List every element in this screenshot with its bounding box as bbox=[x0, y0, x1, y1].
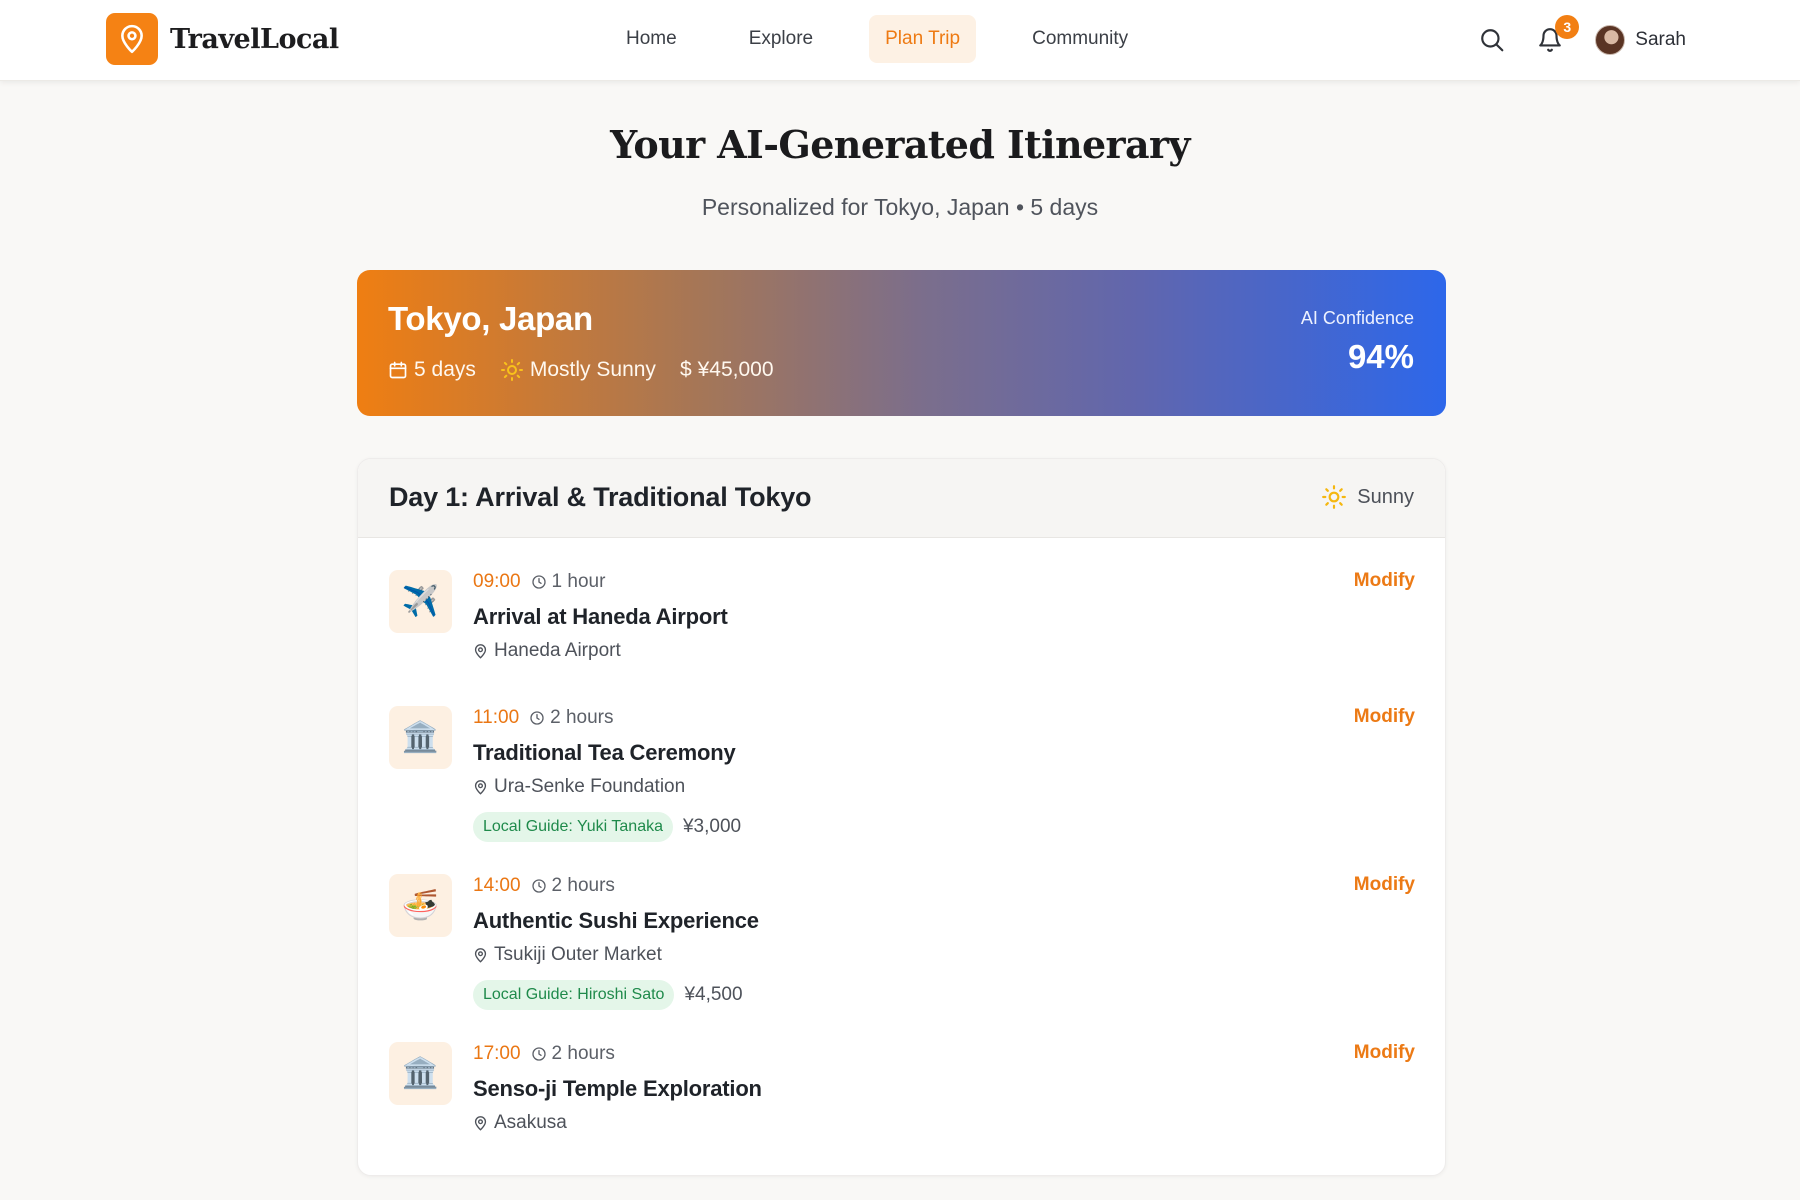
user-name: Sarah bbox=[1635, 29, 1686, 50]
ai-confidence-label: AI Confidence bbox=[1300, 308, 1414, 328]
day-header: Day 1: Arrival & Traditional Tokyo Sunny bbox=[358, 459, 1445, 538]
activity-location-text: Haneda Airport bbox=[494, 640, 621, 661]
clock-icon bbox=[531, 879, 546, 893]
modify-button[interactable]: Modify bbox=[1354, 874, 1415, 896]
trip-meta: 5 days Mostly Sunny $ ¥45,000 bbox=[388, 358, 798, 382]
nav-plan-trip[interactable]: Plan Trip bbox=[869, 15, 977, 63]
main-nav: Home Explore Plan Trip Community bbox=[610, 15, 1144, 63]
clock-icon bbox=[531, 1047, 546, 1061]
clock-icon bbox=[531, 575, 546, 589]
search-icon[interactable] bbox=[1477, 25, 1507, 55]
clock-icon bbox=[530, 711, 544, 725]
local-guide-badge[interactable]: Local Guide: Hiroshi Sato bbox=[473, 980, 675, 1010]
trip-weather: Mostly Sunny bbox=[500, 358, 656, 382]
activity-location-text: Ura-Senke Foundation bbox=[494, 776, 686, 797]
notification-badge: 3 bbox=[1555, 15, 1580, 39]
map-pin-icon bbox=[474, 780, 487, 795]
sun-icon bbox=[500, 359, 523, 381]
header-actions: 3 Sarah bbox=[1477, 15, 1686, 62]
trip-duration: 5 days bbox=[388, 358, 476, 382]
activity-price: ¥3,000 bbox=[682, 816, 742, 837]
activity-time: 11:00 bbox=[473, 707, 520, 728]
top-navbar: TravelLocal Home Explore Plan Trip Commu… bbox=[0, 0, 1800, 81]
destination-city: Tokyo, Japan bbox=[388, 300, 593, 337]
activity-time: 09:00 bbox=[473, 571, 521, 592]
activity-duration: 1 hour bbox=[531, 571, 606, 593]
trip-summary-banner: Tokyo, Japan 5 days Mostly Sunny $ ¥45,0… bbox=[357, 270, 1446, 416]
ai-confidence-value: 94% bbox=[1347, 338, 1414, 375]
activity-title: Authentic Sushi Experience bbox=[473, 908, 759, 933]
activity-duration-text: 1 hour bbox=[551, 571, 606, 592]
nav-home[interactable]: Home bbox=[610, 15, 693, 63]
nav-explore[interactable]: Explore bbox=[733, 15, 829, 63]
activity-time: 17:00 bbox=[473, 1043, 521, 1064]
activity-duration-text: 2 hours bbox=[551, 875, 615, 896]
activity-location: Tsukiji Outer Market bbox=[473, 944, 1273, 966]
bell-icon[interactable]: 3 bbox=[1535, 15, 1580, 55]
trip-budget: $ ¥45,000 bbox=[680, 358, 774, 382]
page-title: Your AI-Generated Itinerary bbox=[610, 122, 1190, 167]
activity-location: Ura-Senke Foundation bbox=[473, 776, 1273, 798]
calendar-icon bbox=[389, 361, 407, 379]
map-pin-icon bbox=[474, 1116, 487, 1131]
map-pin-icon bbox=[474, 644, 487, 659]
user-menu[interactable]: Sarah bbox=[1595, 25, 1686, 55]
activity-duration: 2 hours bbox=[531, 1043, 615, 1065]
nav-community[interactable]: Community bbox=[1016, 15, 1144, 63]
activity-title: Arrival at Haneda Airport bbox=[473, 604, 728, 629]
activity-location: Haneda Airport bbox=[473, 640, 1273, 662]
activity-title: Traditional Tea Ceremony bbox=[473, 740, 736, 765]
noodle-bowl-icon: 🍜 bbox=[389, 874, 452, 937]
avatar bbox=[1595, 25, 1626, 55]
activity-location: Asakusa bbox=[473, 1112, 1273, 1134]
dollar-icon: $ bbox=[679, 358, 692, 381]
modify-button[interactable]: Modify bbox=[1354, 570, 1415, 592]
modify-button[interactable]: Modify bbox=[1354, 706, 1415, 728]
modify-button[interactable]: Modify bbox=[1354, 1042, 1415, 1064]
trip-duration-text: 5 days bbox=[414, 358, 476, 381]
day-weather: Sunny bbox=[1321, 484, 1414, 510]
activity-duration-text: 2 hours bbox=[550, 707, 614, 728]
day-card: Day 1: Arrival & Traditional Tokyo Sunny… bbox=[357, 458, 1446, 1176]
museum-icon: 🏛️ bbox=[389, 706, 452, 769]
activity-title: Senso-ji Temple Exploration bbox=[473, 1076, 762, 1101]
activity-duration-text: 2 hours bbox=[551, 1043, 615, 1064]
sun-icon bbox=[1322, 485, 1347, 509]
activity-duration: 2 hours bbox=[531, 875, 615, 897]
activity-price: ¥4,500 bbox=[684, 984, 743, 1005]
map-pin-icon bbox=[106, 13, 158, 65]
local-guide-badge[interactable]: Local Guide: Yuki Tanaka bbox=[473, 812, 673, 842]
museum-icon: 🏛️ bbox=[389, 1042, 452, 1105]
activity-duration: 2 hours bbox=[529, 707, 614, 729]
day-title: Day 1: Arrival & Traditional Tokyo bbox=[389, 482, 812, 512]
airplane-icon: ✈️ bbox=[389, 570, 452, 633]
day-weather-text: Sunny bbox=[1357, 485, 1414, 508]
map-pin-icon bbox=[474, 948, 487, 963]
trip-budget-text: ¥45,000 bbox=[697, 358, 774, 381]
activity-location-text: Asakusa bbox=[494, 1112, 567, 1133]
page-subtitle: Personalized for Tokyo, Japan • 5 days bbox=[701, 194, 1099, 220]
brand-logo[interactable]: TravelLocal bbox=[106, 13, 339, 65]
trip-weather-text: Mostly Sunny bbox=[529, 358, 656, 381]
activity-location-text: Tsukiji Outer Market bbox=[494, 944, 662, 965]
brand-name: TravelLocal bbox=[170, 23, 339, 55]
activity-time: 14:00 bbox=[473, 875, 521, 896]
